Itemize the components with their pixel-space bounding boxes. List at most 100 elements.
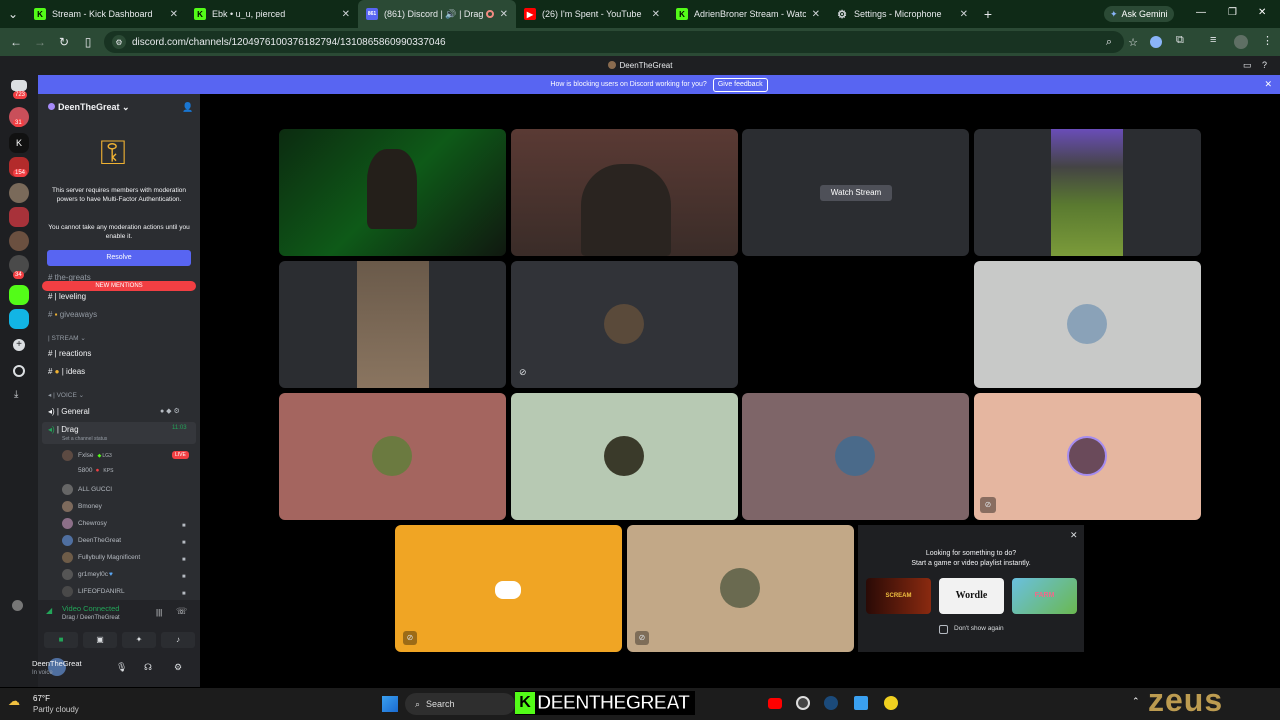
dont-show-checkbox[interactable] — [939, 625, 948, 634]
give-feedback-button[interactable]: Give feedback — [712, 78, 768, 92]
camera-button[interactable]: ■ — [44, 632, 78, 648]
user-avatar[interactable] — [12, 600, 23, 611]
video-tile[interactable] — [742, 393, 969, 520]
media-icon[interactable]: ≡ — [1210, 34, 1216, 46]
close-icon[interactable]: ✕ — [170, 9, 178, 20]
voice-user[interactable]: Bmoney — [62, 501, 102, 512]
video-tile[interactable] — [279, 393, 506, 520]
minimize-button[interactable]: — — [1196, 7, 1206, 18]
soundboard-button[interactable]: ♪ — [161, 632, 195, 648]
server-name-header[interactable]: DeenTheGreat ⌄ — [48, 102, 130, 113]
zoom-icon[interactable]: ⌕ — [1106, 36, 1112, 49]
weather-temp[interactable]: 67°F — [33, 694, 50, 703]
forward-icon[interactable]: → — [28, 35, 52, 49]
server-icon[interactable] — [9, 207, 29, 227]
close-icon[interactable]: ✕ — [1070, 530, 1078, 541]
channel-status[interactable]: Set a channel status — [62, 436, 107, 442]
new-mentions-pill[interactable]: NEW MENTIONS — [42, 281, 196, 291]
category-stream[interactable]: | STREAM ⌄ — [48, 334, 86, 342]
browser-tab[interactable]: ⚙ Settings - Microphone ✕ — [828, 0, 976, 28]
close-icon[interactable]: ✕ — [960, 9, 968, 20]
browser-tab[interactable]: K Stream - Kick Dashboard ✕ — [26, 0, 186, 28]
video-tile[interactable] — [974, 129, 1201, 256]
self-username[interactable]: DeenTheGreat — [32, 659, 82, 668]
close-window-button[interactable]: ✕ — [1258, 7, 1266, 18]
discover-icon[interactable] — [13, 365, 25, 377]
voice-channel-general[interactable]: ◂) | General — [48, 407, 90, 416]
close-icon[interactable]: ✕ — [812, 9, 820, 20]
windows-start-icon[interactable] — [382, 696, 398, 712]
screen-share-button[interactable]: ▣ — [83, 632, 117, 648]
activity-button[interactable]: ✦ — [122, 632, 156, 648]
voice-user[interactable]: ALL GUCCI — [62, 484, 112, 495]
site-info-icon[interactable]: ⚙ — [112, 35, 126, 49]
voice-user[interactable]: LIFEOFDANIRL — [62, 586, 125, 597]
noise-suppression-icon[interactable]: ||| — [156, 608, 162, 617]
discord-home-icon[interactable] — [11, 80, 27, 91]
voice-user[interactable]: gr1meyl0c ♥ — [62, 569, 113, 580]
video-tile[interactable] — [279, 129, 506, 256]
video-tile[interactable]: ⊘ — [395, 525, 622, 652]
channel-leveling[interactable]: # | leveling — [48, 292, 86, 301]
channel-ideas[interactable]: # ● | ideas — [48, 367, 85, 376]
extension-icon[interactable] — [1150, 36, 1162, 48]
server-icon[interactable]: K — [9, 133, 29, 153]
add-server-icon[interactable]: + — [13, 339, 25, 351]
puzzle-icon[interactable]: ⧉ — [1176, 34, 1184, 47]
inbox-icon[interactable]: ▭ — [1243, 56, 1252, 75]
norton-app-icon[interactable] — [884, 696, 898, 710]
close-icon[interactable]: ✕ — [342, 9, 350, 20]
channel-actions[interactable]: ● ◆ ⚙ — [160, 407, 180, 415]
bookmark-star-icon[interactable]: ☆ — [1128, 36, 1138, 49]
url-field[interactable]: ⚙ discord.com/channels/12049761003761827… — [104, 31, 1138, 53]
disconnect-icon[interactable]: ☏ — [176, 606, 187, 617]
obs-app-icon[interactable] — [796, 696, 810, 710]
channel-giveaways[interactable]: # ▪ giveaways — [48, 310, 97, 319]
help-icon[interactable]: ? — [1262, 56, 1267, 75]
back-icon[interactable]: ← — [4, 35, 28, 49]
close-icon[interactable]: ✕ — [652, 9, 660, 20]
browser-tab[interactable]: K AdrienBroner Stream - Watch L✕ — [668, 0, 828, 28]
steam-app-icon[interactable] — [824, 696, 838, 710]
browser-tab[interactable]: ▶ (26) I'm Spent - YouTube ✕ — [516, 0, 668, 28]
channel-reactions[interactable]: # | reactions — [48, 349, 91, 358]
close-icon[interactable]: ✕ — [1264, 75, 1272, 94]
server-icon[interactable] — [9, 309, 29, 329]
taskbar-search[interactable]: ⌕ Search — [405, 693, 515, 715]
resolve-button[interactable]: Resolve — [47, 250, 191, 266]
activity-card[interactable]: Wordle — [939, 578, 1004, 614]
server-icon[interactable] — [9, 231, 29, 251]
sidebar-icon[interactable]: ▯ — [76, 35, 100, 49]
add-member-icon[interactable]: 👤 — [182, 102, 193, 113]
activity-card[interactable]: FARM — [1012, 578, 1077, 614]
video-tile[interactable] — [974, 261, 1201, 388]
video-tile[interactable]: ⊘ — [511, 261, 738, 388]
video-tile[interactable] — [742, 261, 969, 388]
server-icon[interactable] — [9, 183, 29, 203]
voice-user[interactable]: Chewrosy — [62, 518, 107, 529]
user-settings-icon[interactable]: ⚙ — [174, 662, 182, 673]
watch-stream-button[interactable]: Watch Stream — [820, 185, 892, 201]
headphones-icon[interactable]: ☊ — [144, 662, 152, 673]
activity-card[interactable]: SCREAM — [866, 578, 931, 614]
youtube-app-icon[interactable] — [768, 698, 782, 709]
profile-avatar[interactable] — [1234, 35, 1248, 49]
ask-gemini-button[interactable]: ✦ Ask Gemini — [1104, 6, 1174, 22]
video-tile[interactable] — [511, 129, 738, 256]
video-tile[interactable] — [511, 393, 738, 520]
reload-icon[interactable]: ↻ — [52, 35, 76, 49]
browser-tab-active[interactable]: 861 (861) Discord | 🔊 | Drag | D ✕ — [358, 0, 516, 28]
voice-user[interactable]: 5800 ● KPS — [62, 467, 113, 474]
category-voice[interactable]: ◂ | VOICE ⌄ — [48, 391, 84, 399]
menu-icon[interactable]: ⋮ — [1262, 34, 1273, 47]
close-icon[interactable]: ✕ — [500, 9, 508, 20]
maximize-button[interactable]: ❐ — [1228, 7, 1237, 18]
mic-icon[interactable]: 🎙 — [116, 662, 127, 673]
weather-icon[interactable]: ☁ — [8, 694, 28, 710]
tab-list-icon[interactable]: ⌄ — [0, 7, 26, 21]
voice-user[interactable]: DeenTheGreat — [62, 535, 121, 546]
voice-location[interactable]: Drag / DeenTheGreat — [62, 615, 120, 621]
video-tile[interactable]: ⊘ — [974, 393, 1201, 520]
voice-user[interactable]: Fullybully Magnificent — [62, 552, 140, 563]
download-icon[interactable]: ⤓ — [14, 389, 18, 400]
